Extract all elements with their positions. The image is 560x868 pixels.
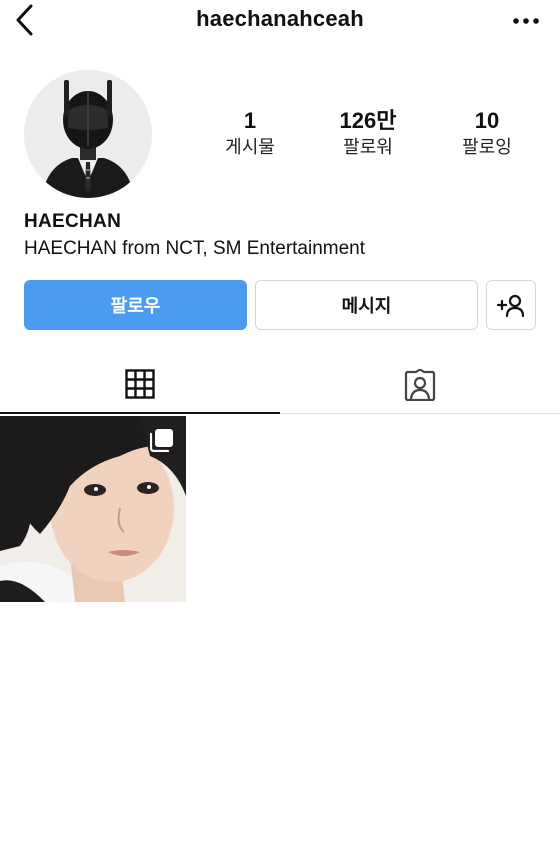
- post-thumbnail[interactable]: [0, 416, 186, 602]
- profile-bio: HAECHAN from NCT, SM Entertainment: [24, 238, 366, 259]
- profile-tabs: [0, 356, 560, 414]
- profile-avatar[interactable]: [24, 70, 152, 198]
- suggested-users-button[interactable]: [486, 280, 536, 330]
- avatar-image: [24, 70, 152, 198]
- multiple-photos-icon: [150, 429, 173, 452]
- followers-stat[interactable]: 126만 팔로워: [318, 108, 418, 159]
- following-count: 10: [474, 108, 500, 133]
- following-stat[interactable]: 10 팔로잉: [437, 108, 537, 159]
- top-header: haechanahceah: [0, 0, 560, 44]
- tab-posts-grid[interactable]: [0, 356, 280, 414]
- posts-stat[interactable]: 1 게시물: [200, 108, 300, 159]
- posts-label: 게시물: [225, 137, 275, 157]
- display-name: HAECHAN: [24, 211, 122, 232]
- posts-count: 1: [243, 108, 257, 133]
- message-button[interactable]: 메시지: [255, 280, 478, 330]
- followers-count: 126만: [339, 108, 397, 133]
- more-options-button[interactable]: [510, 8, 542, 34]
- more-dots-icon: [513, 18, 539, 24]
- followers-label: 팔로워: [343, 137, 393, 157]
- add-person-icon: [496, 294, 525, 317]
- following-label: 팔로잉: [462, 137, 512, 157]
- tab-tagged[interactable]: [280, 356, 560, 414]
- follow-button[interactable]: 팔로우: [24, 280, 247, 330]
- grid-icon: [125, 369, 155, 399]
- profile-username[interactable]: haechanahceah: [0, 6, 560, 32]
- profile-page: haechanahceah 1 게시물 126만 팔로워 10 팔로잉 HAEC…: [0, 0, 560, 868]
- profile-stats: 1 게시물 126만 팔로워 10 팔로잉: [190, 108, 550, 164]
- tagged-icon: [404, 369, 436, 401]
